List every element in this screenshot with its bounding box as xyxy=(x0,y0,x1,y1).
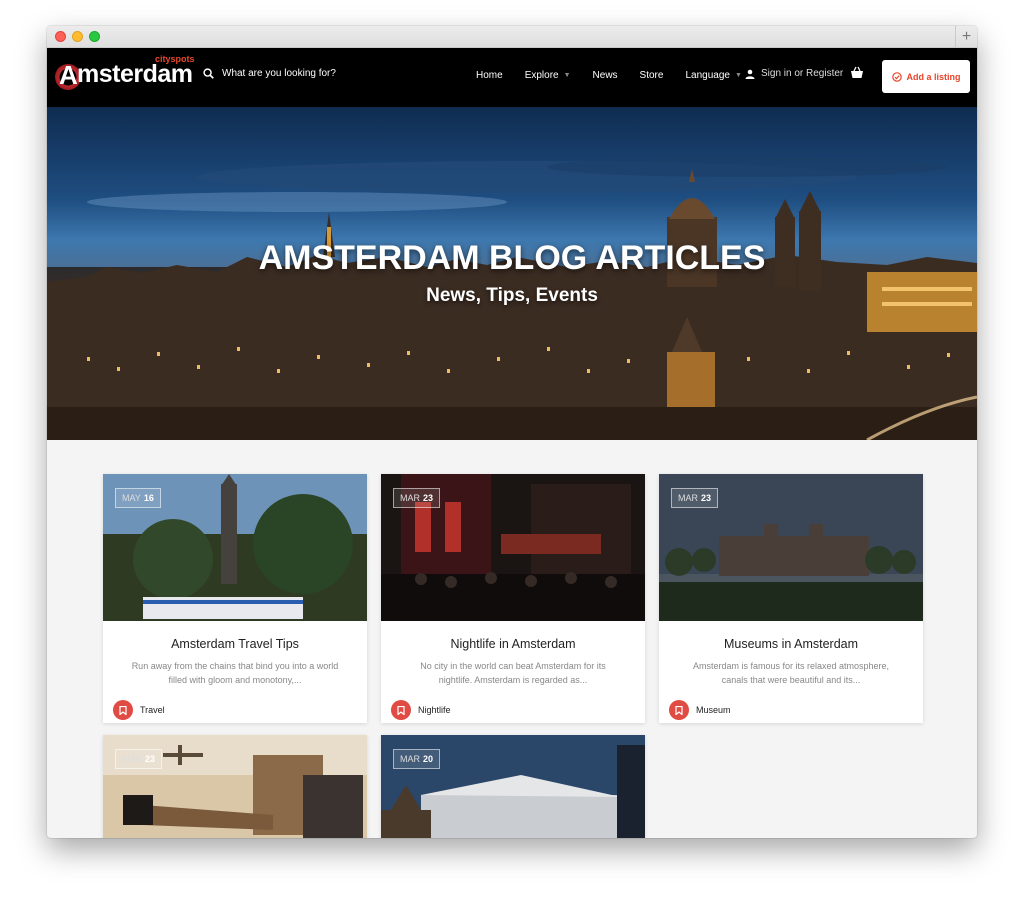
cart-button[interactable] xyxy=(850,66,864,84)
logo-text: msterdam xyxy=(77,60,193,88)
minimize-window-button[interactable] xyxy=(72,31,83,42)
date-badge: MAR 23 xyxy=(671,488,719,508)
date-day: 23 xyxy=(701,493,712,503)
search-bar[interactable]: What are you looking for? xyxy=(203,68,336,79)
menu-item-label: Explore xyxy=(524,70,559,81)
date-badge: MAR 23 xyxy=(393,488,441,508)
signin-label: Sign in or Register xyxy=(761,68,844,79)
card-category[interactable]: Nightlife xyxy=(391,697,645,723)
chevron-down-icon: ▼ xyxy=(734,72,742,79)
blog-card-museum[interactable]: MAR 23 Museums in Amsterdam Amsterdam is … xyxy=(659,474,923,723)
blog-card-architecture[interactable]: MAR 20 xyxy=(381,735,645,838)
card-title[interactable]: Museums in Amsterdam xyxy=(659,637,923,651)
card-excerpt: Run away from the chains that bind you i… xyxy=(131,661,339,685)
menu-item-explore[interactable]: Explore ▼ xyxy=(525,70,571,81)
hero-banner: AMSTERDAM BLOG ARTICLES News, Tips, Even… xyxy=(47,107,977,440)
menu-item-label: Store xyxy=(639,70,664,81)
site-header: A msterdam cityspots What are you lookin… xyxy=(47,48,977,107)
card-thumbnail[interactable]: MAY 16 xyxy=(103,474,367,621)
date-badge: MAY 16 xyxy=(115,488,161,508)
bookmark-icon xyxy=(113,700,133,720)
date-day: 20 xyxy=(423,754,434,764)
signin-link[interactable]: Sign in or Register xyxy=(745,68,843,79)
date-month: MAR xyxy=(678,493,698,503)
card-thumbnail[interactable]: MAR 23 xyxy=(103,735,367,838)
menu-item-language[interactable]: Language ▼ xyxy=(685,70,741,81)
card-thumbnail[interactable]: MAR 23 xyxy=(659,474,923,621)
menu-item-label: Home xyxy=(476,70,503,81)
date-month: MAR xyxy=(400,754,420,764)
bookmark-icon xyxy=(391,700,411,720)
user-icon xyxy=(745,69,755,79)
menu-item-label: News xyxy=(592,70,618,81)
category-label: Museum xyxy=(696,705,731,715)
bookmark-icon xyxy=(669,700,689,720)
card-thumbnail[interactable]: MAR 20 xyxy=(381,735,645,838)
date-day: 23 xyxy=(423,493,434,503)
new-tab-button[interactable]: + xyxy=(955,26,977,48)
date-month: MAR xyxy=(122,754,142,764)
card-title[interactable]: Amsterdam Travel Tips xyxy=(103,637,367,651)
date-badge: MAR 23 xyxy=(115,749,163,769)
date-month: MAR xyxy=(400,493,420,503)
chevron-down-icon: ▼ xyxy=(563,72,571,79)
browser-window: + A msterdam cityspots What are you look… xyxy=(47,26,977,838)
logo-subtext: cityspots xyxy=(155,54,195,64)
search-icon xyxy=(203,68,214,79)
close-window-button[interactable] xyxy=(55,31,66,42)
blog-card-nightlife[interactable]: MAR 23 Nightlife in Amsterdam No city in … xyxy=(381,474,645,723)
menu-item-news[interactable]: News xyxy=(593,70,618,81)
check-badge-icon xyxy=(891,71,902,82)
logo-letter: A xyxy=(59,60,78,90)
blog-card-travel[interactable]: MAY 16 Amsterdam Travel Tips Run away fro… xyxy=(103,474,367,723)
date-day: 16 xyxy=(143,493,154,503)
hero-subtitle: News, Tips, Events xyxy=(426,285,598,306)
hero-title: AMSTERDAM BLOG ARTICLES xyxy=(258,239,766,277)
card-excerpt: No city in the world can beat Amsterdam … xyxy=(420,661,606,685)
category-label: Travel xyxy=(140,705,165,715)
basket-icon xyxy=(851,66,863,78)
card-category[interactable]: Museum xyxy=(669,697,923,723)
main-menu: Home Explore ▼ News Store Language ▼ xyxy=(476,70,764,81)
add-listing-button[interactable]: Add a listing xyxy=(882,60,970,93)
site-logo[interactable]: A msterdam cityspots xyxy=(55,54,195,94)
search-input[interactable]: What are you looking for? xyxy=(222,68,336,79)
date-month: MAY xyxy=(122,493,141,503)
blog-card-airport[interactable]: MAR 23 xyxy=(103,735,367,838)
maximize-window-button[interactable] xyxy=(89,31,100,42)
category-label: Nightlife xyxy=(418,705,451,715)
menu-item-home[interactable]: Home xyxy=(476,70,503,81)
menu-item-store[interactable]: Store xyxy=(640,70,664,81)
card-thumbnail[interactable]: MAR 23 xyxy=(381,474,645,621)
date-day: 23 xyxy=(145,754,156,764)
card-excerpt: Amsterdam is famous for its relaxed atmo… xyxy=(692,661,890,685)
card-title[interactable]: Nightlife in Amsterdam xyxy=(381,637,645,651)
date-badge: MAR 20 xyxy=(393,749,441,769)
menu-item-label: Language xyxy=(685,70,730,81)
add-listing-label: Add a listing xyxy=(906,71,961,82)
title-bar: + xyxy=(47,26,977,48)
card-category[interactable]: Travel xyxy=(113,697,367,723)
